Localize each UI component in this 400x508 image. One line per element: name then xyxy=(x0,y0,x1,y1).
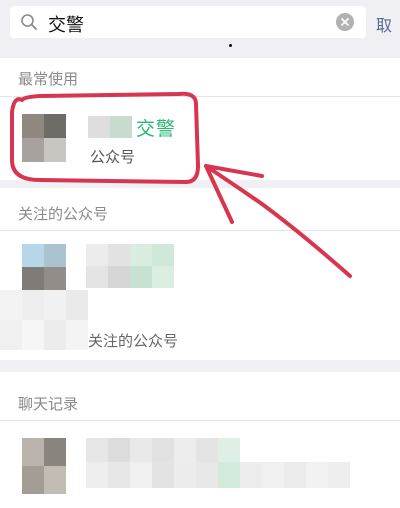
frequent-divider xyxy=(0,96,400,97)
followed-divider xyxy=(0,230,400,231)
chat-text-mosaic xyxy=(86,438,350,488)
account-avatar xyxy=(22,114,66,162)
followed-avatar xyxy=(22,244,66,290)
search-bar: 交警 取 xyxy=(0,0,400,50)
followed-blur-left xyxy=(0,290,88,350)
cursor-dot xyxy=(229,44,232,47)
cancel-button[interactable]: 取 xyxy=(376,12,392,36)
followed-name-mosaic xyxy=(86,244,176,288)
account-name-mosaic xyxy=(88,116,132,138)
chat-avatar xyxy=(22,438,66,494)
account-type: 公众号 xyxy=(90,148,136,166)
account-name: 交警 xyxy=(136,118,177,140)
clear-icon[interactable] xyxy=(336,13,354,31)
frequent-section-title: 最常使用 xyxy=(18,70,79,88)
followed-section-title: 关注的公众号 xyxy=(18,205,109,223)
search-query-text: 交警 xyxy=(48,15,84,36)
chats-section-title: 聊天记录 xyxy=(18,395,79,413)
search-icon xyxy=(21,14,37,30)
followed-more-label[interactable]: 关注的公众号 xyxy=(88,330,178,351)
search-input[interactable]: 交警 xyxy=(10,6,366,38)
chats-divider xyxy=(0,420,400,421)
